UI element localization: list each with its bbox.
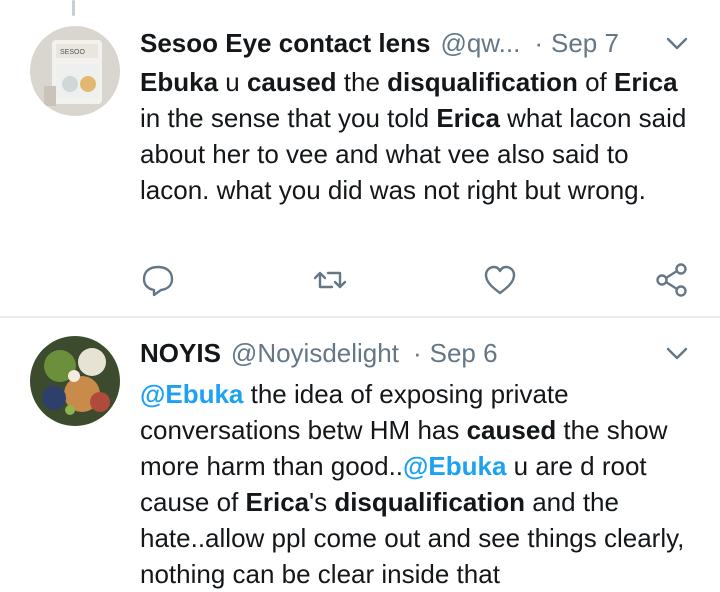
text-bold: disqualification (334, 487, 525, 517)
author-name[interactable]: Sesoo Eye contact lens (140, 28, 430, 59)
contact-lens-product-image: SESOO (30, 26, 120, 116)
mention-link[interactable]: @Ebuka (140, 379, 243, 409)
text-segment: of (577, 67, 614, 97)
tweet-date[interactable]: Sep 7 (551, 28, 619, 59)
text-segment: 's (309, 487, 335, 517)
text-segment: in the sense that you told (140, 103, 437, 133)
tweet-date[interactable]: Sep 6 (430, 338, 498, 369)
mention-link[interactable]: @Ebuka (403, 451, 506, 481)
text-bold: caused (466, 415, 557, 445)
text-bold: Ebuka (140, 67, 219, 97)
tweet-text: Ebuka u caused the disqualification of E… (140, 64, 696, 208)
tweet-card[interactable]: SESOO Sesoo Eye contact lens @qw... · Se… (0, 0, 720, 316)
like-icon[interactable] (482, 262, 518, 298)
text-bold: disqualification (387, 67, 578, 97)
tweet-header: NOYIS @Noyisdelight · Sep 6 (140, 334, 720, 372)
reply-icon[interactable] (140, 262, 176, 298)
share-icon[interactable] (654, 262, 690, 298)
text-segment: the (336, 67, 388, 97)
avatar[interactable]: SESOO (30, 26, 120, 116)
author-handle[interactable]: @Noyisdelight (231, 338, 399, 369)
chevron-down-icon[interactable] (664, 30, 690, 56)
tweet-text: @Ebuka the idea of exposing private conv… (140, 376, 696, 592)
text-bold: Erica (245, 487, 310, 517)
tweet-card[interactable]: NOYIS @Noyisdelight · Sep 6 @Ebuka the i… (0, 318, 720, 589)
text-bold: caused (246, 67, 337, 97)
author-name[interactable]: NOYIS (140, 338, 221, 369)
text-bold: Erica (613, 67, 678, 97)
svg-text:SESOO: SESOO (60, 49, 85, 56)
tweet-actions (140, 262, 696, 302)
separator-dot: · (412, 337, 422, 368)
separator-dot: · (534, 27, 543, 58)
tweet-header: Sesoo Eye contact lens @qw... · Sep 7 (140, 24, 720, 62)
retweet-icon[interactable] (312, 262, 348, 298)
chevron-down-icon[interactable] (664, 340, 690, 366)
text-segment: u (218, 67, 247, 97)
author-handle[interactable]: @qw... (440, 28, 520, 59)
text-bold: Erica (436, 103, 500, 133)
avatar[interactable] (30, 336, 120, 426)
food-salad-image (30, 336, 120, 426)
